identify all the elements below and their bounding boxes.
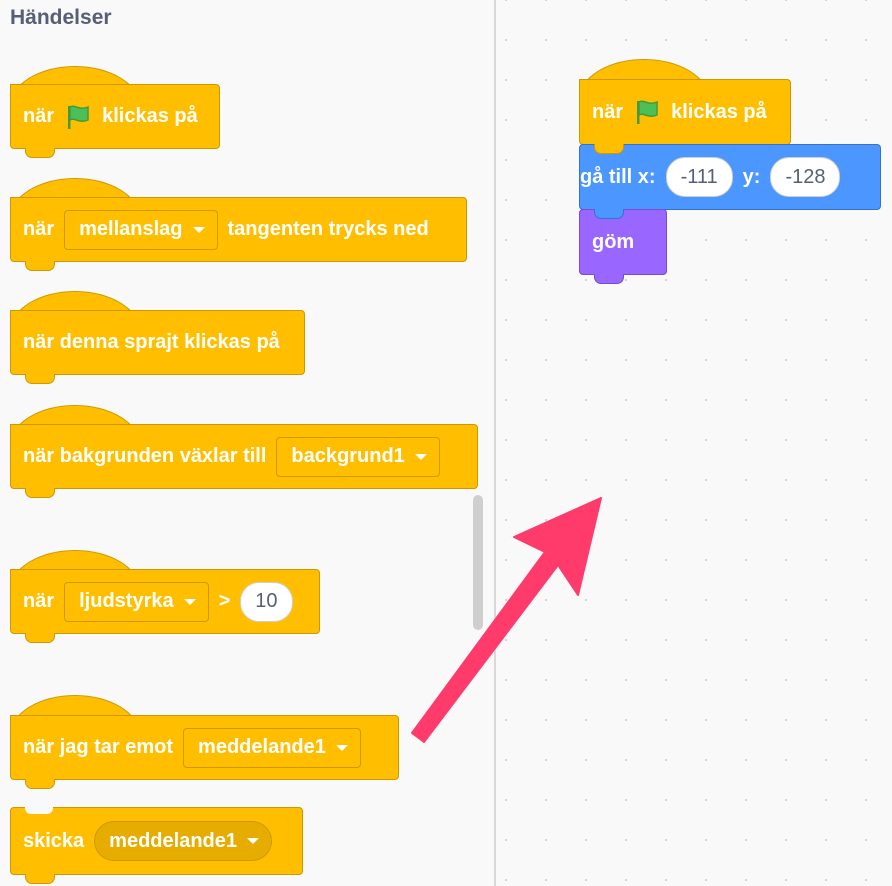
annotation-arrow-icon — [411, 497, 602, 743]
